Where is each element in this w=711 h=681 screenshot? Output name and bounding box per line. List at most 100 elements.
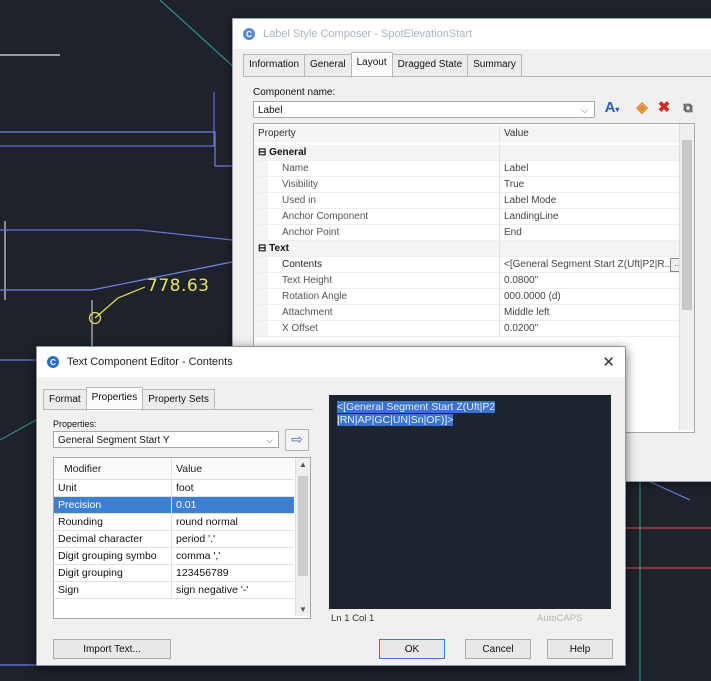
property-name: Visibility (254, 177, 500, 193)
editor-line-1: <[General Segment Start Z(Uft|P2 (337, 401, 496, 413)
chevron-down-icon: ⌵ (581, 105, 588, 115)
cad-line-blue (0, 92, 215, 147)
tab-property-sets[interactable]: Property Sets (142, 389, 215, 409)
modifier-name: Digit grouping symbo (54, 548, 172, 565)
value-column-header: Value (500, 126, 688, 142)
arrow-right-icon: ⇨ (291, 431, 303, 447)
collapse-icon[interactable]: ⊟ (258, 243, 269, 254)
modifier-row[interactable]: Unit foot (54, 480, 294, 497)
property-name: Anchor Point (254, 225, 500, 241)
scroll-down-icon[interactable]: ▼ (296, 605, 310, 614)
property-value[interactable]: End (500, 225, 688, 241)
modifier-name: Rounding (54, 514, 172, 531)
component-name-label: Component name: (253, 87, 336, 98)
modifier-name: Digit grouping (54, 565, 172, 582)
modifier-value[interactable]: 123456789 (172, 565, 294, 582)
property-value[interactable]: Middle left (500, 305, 688, 321)
text-style-icon[interactable]: A▾ (601, 98, 623, 118)
property-name: Rotation Angle (254, 289, 500, 305)
modifier-value[interactable]: foot (172, 480, 294, 497)
help-button[interactable]: Help (547, 639, 613, 659)
modifier-header-row: Modifier Value (54, 458, 294, 480)
modifier-column-header: Modifier (54, 458, 172, 480)
property-value[interactable]: <[General Segment Start Z(Uft|P2|R...… (500, 257, 688, 273)
value-column-header: Value (172, 458, 294, 480)
chevron-down-icon: ⌵ (266, 435, 273, 445)
lsc-title-bar[interactable]: C Label Style Composer - SpotElevationSt… (233, 19, 711, 49)
property-value[interactable]: 0.0200" (500, 321, 688, 337)
lsc-title: Label Style Composer - SpotElevationStar… (263, 28, 473, 40)
tab-general[interactable]: General (304, 54, 352, 76)
modifier-row[interactable]: Digit grouping 123456789 (54, 565, 294, 582)
tab-dragged-state[interactable]: Dragged State (391, 54, 469, 76)
modifier-name: Unit (54, 480, 172, 497)
tce-title-bar[interactable]: C Text Component Editor - Contents (37, 347, 625, 377)
modifier-value[interactable]: comma ',' (172, 548, 294, 565)
cancel-button[interactable]: Cancel (465, 639, 531, 659)
tab-divider (243, 76, 711, 77)
property-value[interactable]: 0.0800" (500, 273, 688, 289)
contents-value-text: <[General Segment Start Z(Uft|P2|R... (504, 259, 673, 270)
insert-property-button[interactable]: ⇨ (285, 429, 309, 451)
text-component-editor-dialog[interactable]: C Text Component Editor - Contents ✕ For… (36, 346, 626, 666)
modifier-value[interactable]: period '.' (172, 531, 294, 548)
close-icon[interactable]: ✕ (602, 353, 615, 371)
property-name: Contents (254, 257, 500, 273)
category-label: General (269, 147, 307, 158)
modifier-name: Sign (54, 582, 172, 599)
property-name: Used in (254, 193, 500, 209)
modifier-table-scrollbar[interactable]: ▲ ▼ (295, 458, 310, 616)
cad-line-blue (0, 229, 233, 241)
tce-title: Text Component Editor - Contents (67, 356, 233, 368)
property-value[interactable]: LandingLine (500, 209, 688, 225)
category-label: Text (269, 243, 289, 254)
app-icon: C (47, 356, 59, 368)
modifier-row[interactable]: Sign sign negative '-' (54, 582, 294, 599)
modifier-row[interactable]: Digit grouping symbo comma ',' (54, 548, 294, 565)
leader-line (94, 286, 146, 319)
text-contents-editor[interactable]: <[General Segment Start Z(Uft|P2 |RN|AP|… (329, 395, 611, 609)
property-value[interactable]: Label Mode (500, 193, 688, 209)
lsc-tab-strip: Information General Layout Dragged State… (243, 52, 522, 78)
tab-format[interactable]: Format (43, 389, 87, 409)
tab-divider (43, 409, 313, 410)
spot-elevation-label[interactable]: 778.63 (147, 276, 209, 296)
ok-button[interactable]: OK (379, 639, 445, 659)
collapse-icon[interactable]: ⊟ (258, 147, 269, 158)
scroll-up-icon[interactable]: ▲ (296, 460, 310, 469)
tab-information[interactable]: Information (243, 54, 306, 76)
modifier-row[interactable]: Rounding round normal (54, 514, 294, 531)
modifier-name: Decimal character (54, 531, 172, 548)
tab-properties[interactable]: Properties (85, 387, 144, 411)
color-icon[interactable]: ◈ (631, 98, 653, 118)
modifier-value[interactable]: 0.01 (172, 497, 294, 514)
tab-summary[interactable]: Summary (467, 54, 522, 76)
modifier-row-selected[interactable]: Precision 0.01 (54, 497, 294, 514)
brand-watermark: AutoCAPS (537, 613, 583, 624)
tab-layout[interactable]: Layout (350, 52, 393, 78)
import-text-button[interactable]: Import Text... (53, 639, 171, 659)
property-name: Name (254, 161, 500, 177)
property-value[interactable]: Label (500, 161, 688, 177)
property-name: Anchor Component (254, 209, 500, 225)
component-name-value: Label (258, 105, 283, 116)
scrollbar-thumb[interactable] (682, 140, 692, 310)
property-value[interactable]: True (500, 177, 688, 193)
property-name: Text Height (254, 273, 500, 289)
modifier-table[interactable]: Modifier Value Unit foot Precision 0.01 … (53, 457, 311, 619)
cad-line-blue (0, 131, 232, 167)
modifier-row[interactable]: Decimal character period '.' (54, 531, 294, 548)
cursor-position-status: Ln 1 Col 1 (331, 613, 375, 624)
component-name-select[interactable]: Label ⌵ (253, 101, 595, 118)
modifier-value[interactable]: round normal (172, 514, 294, 531)
scrollbar-thumb[interactable] (298, 476, 308, 576)
modifier-value[interactable]: sign negative '-' (172, 582, 294, 599)
properties-label: Properties: (53, 419, 97, 429)
delete-icon[interactable]: ✖ (653, 98, 675, 118)
property-grid-scrollbar[interactable] (679, 124, 694, 430)
property-value[interactable]: 000.0000 (d) (500, 289, 688, 305)
properties-select[interactable]: General Segment Start Y ⌵ (53, 431, 279, 448)
editor-contents-text[interactable]: <[General Segment Start Z(Uft|P2 |RN|AP|… (337, 401, 547, 427)
copy-icon[interactable]: ⧉ (677, 98, 699, 118)
property-name: X Offset (254, 321, 500, 337)
